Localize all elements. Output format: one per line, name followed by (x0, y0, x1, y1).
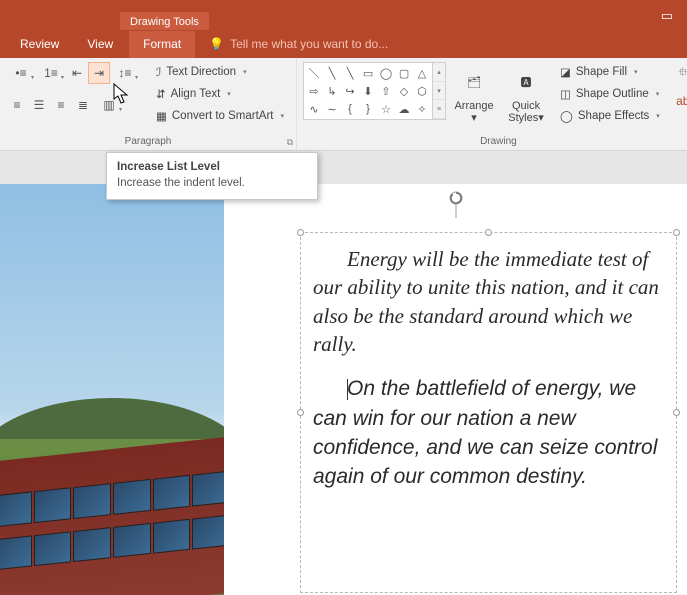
handle-tl[interactable] (297, 229, 304, 236)
text-direction-icon: ℐ (156, 65, 161, 79)
rotate-handle[interactable] (447, 190, 465, 223)
bullets-button[interactable]: •≡ (6, 62, 36, 84)
shape-triangle-icon[interactable]: △ (414, 65, 430, 81)
shape-elbow-icon[interactable]: ↳ (324, 83, 340, 99)
shape-brace-icon[interactable]: { (342, 101, 358, 117)
photo-solar-panels (0, 184, 224, 595)
quick-styles-icon: 🅰 (521, 64, 532, 100)
shape-effects-label: Shape Effects (578, 110, 649, 122)
shape-brace2-icon[interactable]: } (360, 101, 376, 117)
shape-hex-icon[interactable]: ⬡ (414, 83, 430, 99)
align-text-button[interactable]: ⇵Align Text▾ (150, 84, 290, 104)
ribbon: •≡ 1≡ ⇤ ⇥ ↕≡ ≡ ☰ ≡ ≣ ▥ ℐText Direction▾ … (0, 58, 687, 151)
convert-smartart-label: Convert to SmartArt (172, 110, 274, 122)
shape-fill-icon: ◪ (560, 65, 571, 79)
quick-styles-button[interactable]: 🅰 Quick Styles▾ (502, 62, 550, 124)
shape-arrowu-icon[interactable]: ⇧ (378, 83, 394, 99)
shape-effects-button[interactable]: ◯Shape Effects▾ (554, 106, 666, 126)
increase-indent-button[interactable]: ⇥ (88, 62, 110, 84)
paragraph-1[interactable]: Energy will be the immediate test of our… (313, 245, 664, 358)
decrease-indent-button[interactable]: ⇤ (66, 62, 88, 84)
tooltip-increase-indent: Increase List Level Increase the indent … (106, 152, 318, 200)
shape-callout-icon[interactable]: ✧ (414, 101, 430, 117)
gallery-scroll[interactable]: ▴▾≡ (433, 62, 446, 120)
smartart-icon: ▦ (156, 109, 167, 123)
paragraph-dialog-launcher[interactable]: ⧉ (287, 137, 293, 148)
tab-review[interactable]: Review (8, 31, 71, 58)
selection-pane-button[interactable]: ⯐ (672, 62, 687, 84)
align-center-button[interactable]: ☰ (28, 94, 50, 116)
align-right-button[interactable]: ≡ (50, 94, 72, 116)
group-label-paragraph: Paragraph⧉ (0, 134, 296, 150)
restore-ribbon-icon[interactable]: ▭ (661, 8, 673, 24)
align-left-button[interactable]: ≡ (6, 94, 28, 116)
shape-roundrect-icon[interactable]: ▢ (396, 65, 412, 81)
contextual-tab-label: Drawing Tools (120, 12, 209, 30)
shapes-gallery[interactable]: ＼╲╲▭◯▢△ ⇨↳↪⬇⇧◇⬡ ∿∼{}☆☁✧ (303, 62, 433, 120)
handle-tr[interactable] (673, 229, 680, 236)
arrange-button[interactable]: 🗂 Arrange▾ (450, 62, 498, 124)
align-text-label: Align Text (171, 88, 221, 100)
columns-button[interactable]: ▥ (94, 94, 124, 116)
shape-cloud-icon[interactable]: ☁ (396, 101, 412, 117)
work-area: Energy will be the immediate test of our… (0, 151, 687, 595)
paragraph-2[interactable]: On the battlefield of energy, we can win… (313, 374, 664, 491)
shape-curve2-icon[interactable]: ∼ (324, 101, 340, 117)
text-direction-label: Text Direction (166, 66, 236, 78)
text-direction-button[interactable]: ℐText Direction▾ (150, 62, 290, 82)
shape-outline-button[interactable]: ◫Shape Outline▾ (554, 84, 666, 104)
tab-format[interactable]: Format (129, 31, 195, 58)
justify-button[interactable]: ≣ (72, 94, 94, 116)
slide-image-left (0, 184, 224, 595)
shape-star-icon[interactable]: ☆ (378, 101, 394, 117)
shape-outline-label: Shape Outline (576, 88, 649, 100)
line-spacing-button[interactable]: ↕≡ (110, 62, 140, 84)
shape-line3-icon[interactable]: ╲ (342, 65, 358, 81)
handle-ml[interactable] (297, 409, 304, 416)
shape-fill-label: Shape Fill (576, 66, 627, 78)
shape-line-icon[interactable]: ＼ (306, 65, 322, 81)
tooltip-body: Increase the indent level. (117, 177, 307, 189)
lightbulb-icon: 💡 (209, 37, 224, 51)
shape-diamond-icon[interactable]: ◇ (396, 83, 412, 99)
align-text-icon: ⇵ (156, 87, 166, 101)
shape-curve-icon[interactable]: ∿ (306, 101, 322, 117)
shape-line2-icon[interactable]: ╲ (324, 65, 340, 81)
shape-fill-button[interactable]: ◪Shape Fill▾ (554, 62, 666, 82)
shape-effects-icon: ◯ (560, 109, 573, 123)
tooltip-title: Increase List Level (117, 161, 307, 173)
replace-shape-button[interactable]: ab (672, 90, 687, 112)
shape-rect-icon[interactable]: ▭ (360, 65, 376, 81)
shape-arrowr-icon[interactable]: ⇨ (306, 83, 322, 99)
shape-arrowd-icon[interactable]: ⬇ (360, 83, 376, 99)
numbering-button[interactable]: 1≡ (36, 62, 66, 84)
arrange-icon: 🗂 (467, 64, 481, 100)
shape-oval-icon[interactable]: ◯ (378, 65, 394, 81)
shape-arrowturn-icon[interactable]: ↪ (342, 83, 358, 99)
handle-tm[interactable] (485, 229, 492, 236)
title-tab-area: Drawing Tools Review View Format 💡 Tell … (0, 0, 687, 58)
convert-smartart-button[interactable]: ▦Convert to SmartArt▾ (150, 106, 290, 126)
text-box[interactable]: Energy will be the immediate test of our… (300, 232, 677, 593)
shape-outline-icon: ◫ (560, 87, 571, 101)
handle-mr[interactable] (673, 409, 680, 416)
tell-me-search[interactable]: 💡 Tell me what you want to do... (209, 37, 388, 51)
tell-me-placeholder: Tell me what you want to do... (230, 37, 388, 51)
group-label-drawing: Drawing⧉ (297, 134, 687, 150)
slide-canvas[interactable]: Energy will be the immediate test of our… (224, 184, 687, 595)
tab-view[interactable]: View (75, 31, 125, 58)
